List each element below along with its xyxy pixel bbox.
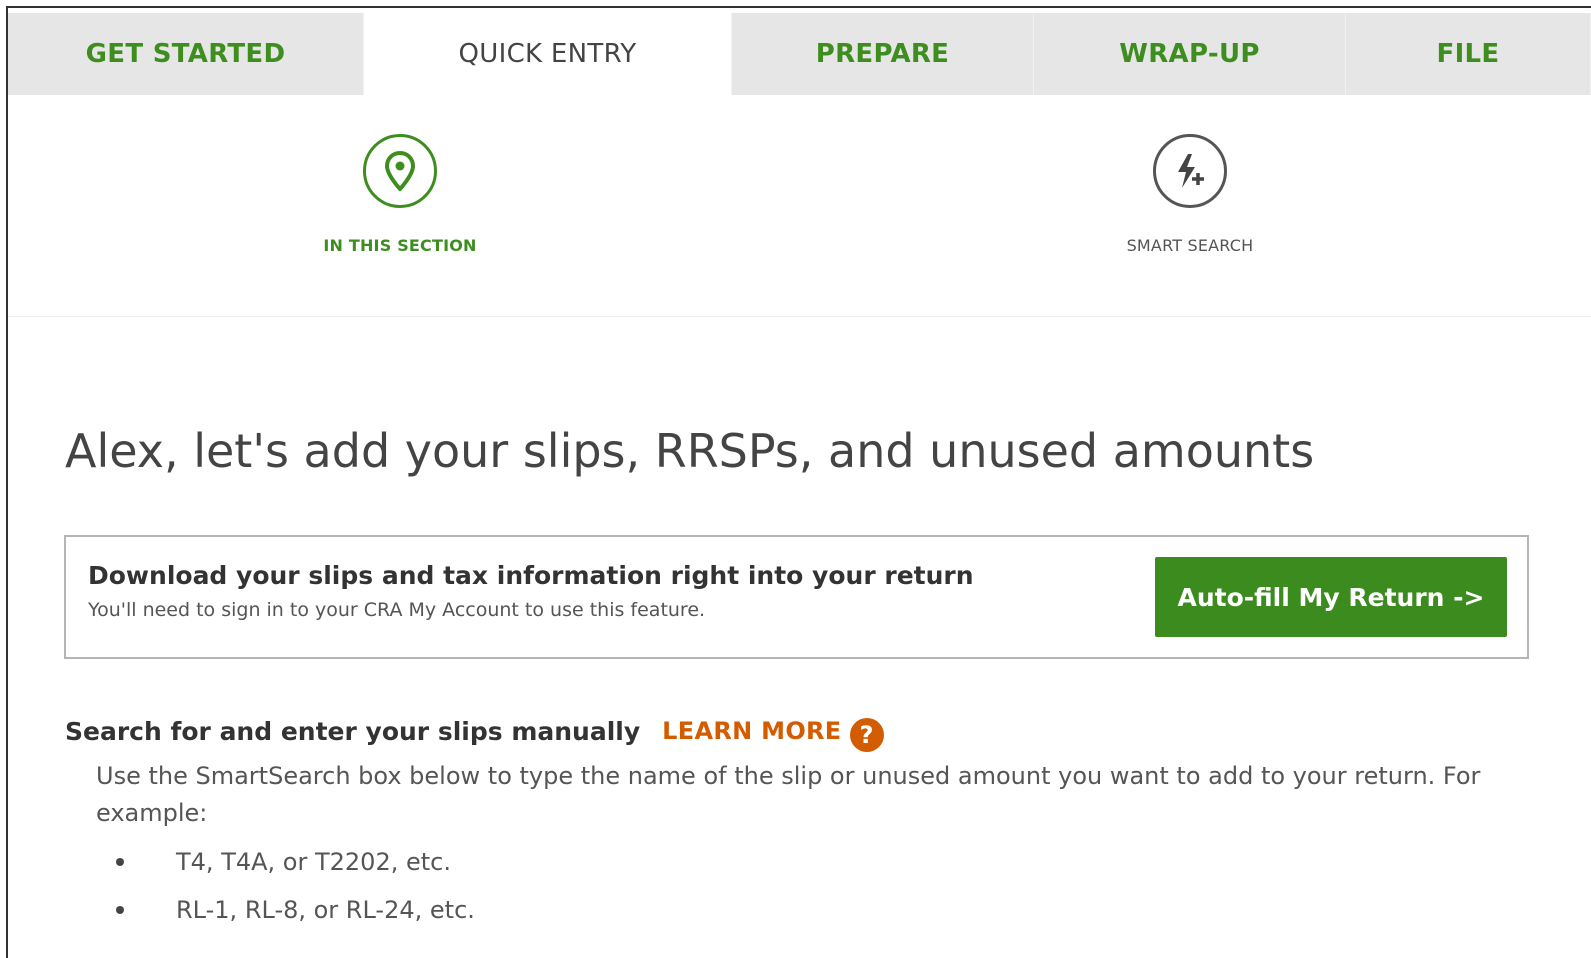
tab-quick-entry[interactable]: QUICK ENTRY	[364, 13, 732, 95]
page-title: Alex, let's add your slips, RRSPs, and u…	[65, 424, 1315, 478]
in-this-section-button[interactable]: IN THIS SECTION	[250, 134, 550, 255]
autofill-title: Download your slips and tax information …	[88, 561, 974, 590]
list-item: RL-1, RL-8, or RL-24, etc.	[96, 886, 475, 934]
smart-search-label: SMART SEARCH	[1126, 236, 1254, 255]
tab-file[interactable]: FILE	[1346, 13, 1591, 95]
location-pin-icon	[363, 134, 437, 208]
help-icon[interactable]: ?	[849, 718, 884, 752]
tab-wrap-up[interactable]: WRAP-UP	[1034, 13, 1346, 95]
autofill-my-return-button[interactable]: Auto-fill My Return ->	[1155, 557, 1507, 637]
in-this-section-label: IN THIS SECTION	[323, 236, 477, 255]
manual-entry-description: Use the SmartSearch box below to type th…	[96, 762, 1481, 827]
autofill-panel: Download your slips and tax information …	[64, 535, 1529, 659]
example-list: T4, T4A, or T2202, etc. RL-1, RL-8, or R…	[96, 838, 475, 934]
step-tabs: GET STARTED QUICK ENTRY PREPARE WRAP-UP …	[8, 13, 1591, 95]
tab-prepare[interactable]: PREPARE	[732, 13, 1034, 95]
manual-entry-title: Search for and enter your slips manually	[65, 716, 641, 746]
app-frame: GET STARTED QUICK ENTRY PREPARE WRAP-UP …	[6, 6, 1591, 958]
list-item: T4, T4A, or T2202, etc.	[96, 838, 475, 886]
autofill-subtitle: You'll need to sign in to your CRA My Ac…	[88, 599, 706, 621]
learn-more-link[interactable]: LEARN MORE	[662, 717, 841, 745]
lightning-plus-icon	[1153, 134, 1227, 208]
tab-get-started[interactable]: GET STARTED	[8, 13, 364, 95]
manual-entry-heading: Search for and enter your slips manually…	[65, 710, 884, 752]
smart-search-button[interactable]: SMART SEARCH	[1040, 134, 1340, 255]
section-divider	[8, 316, 1591, 317]
